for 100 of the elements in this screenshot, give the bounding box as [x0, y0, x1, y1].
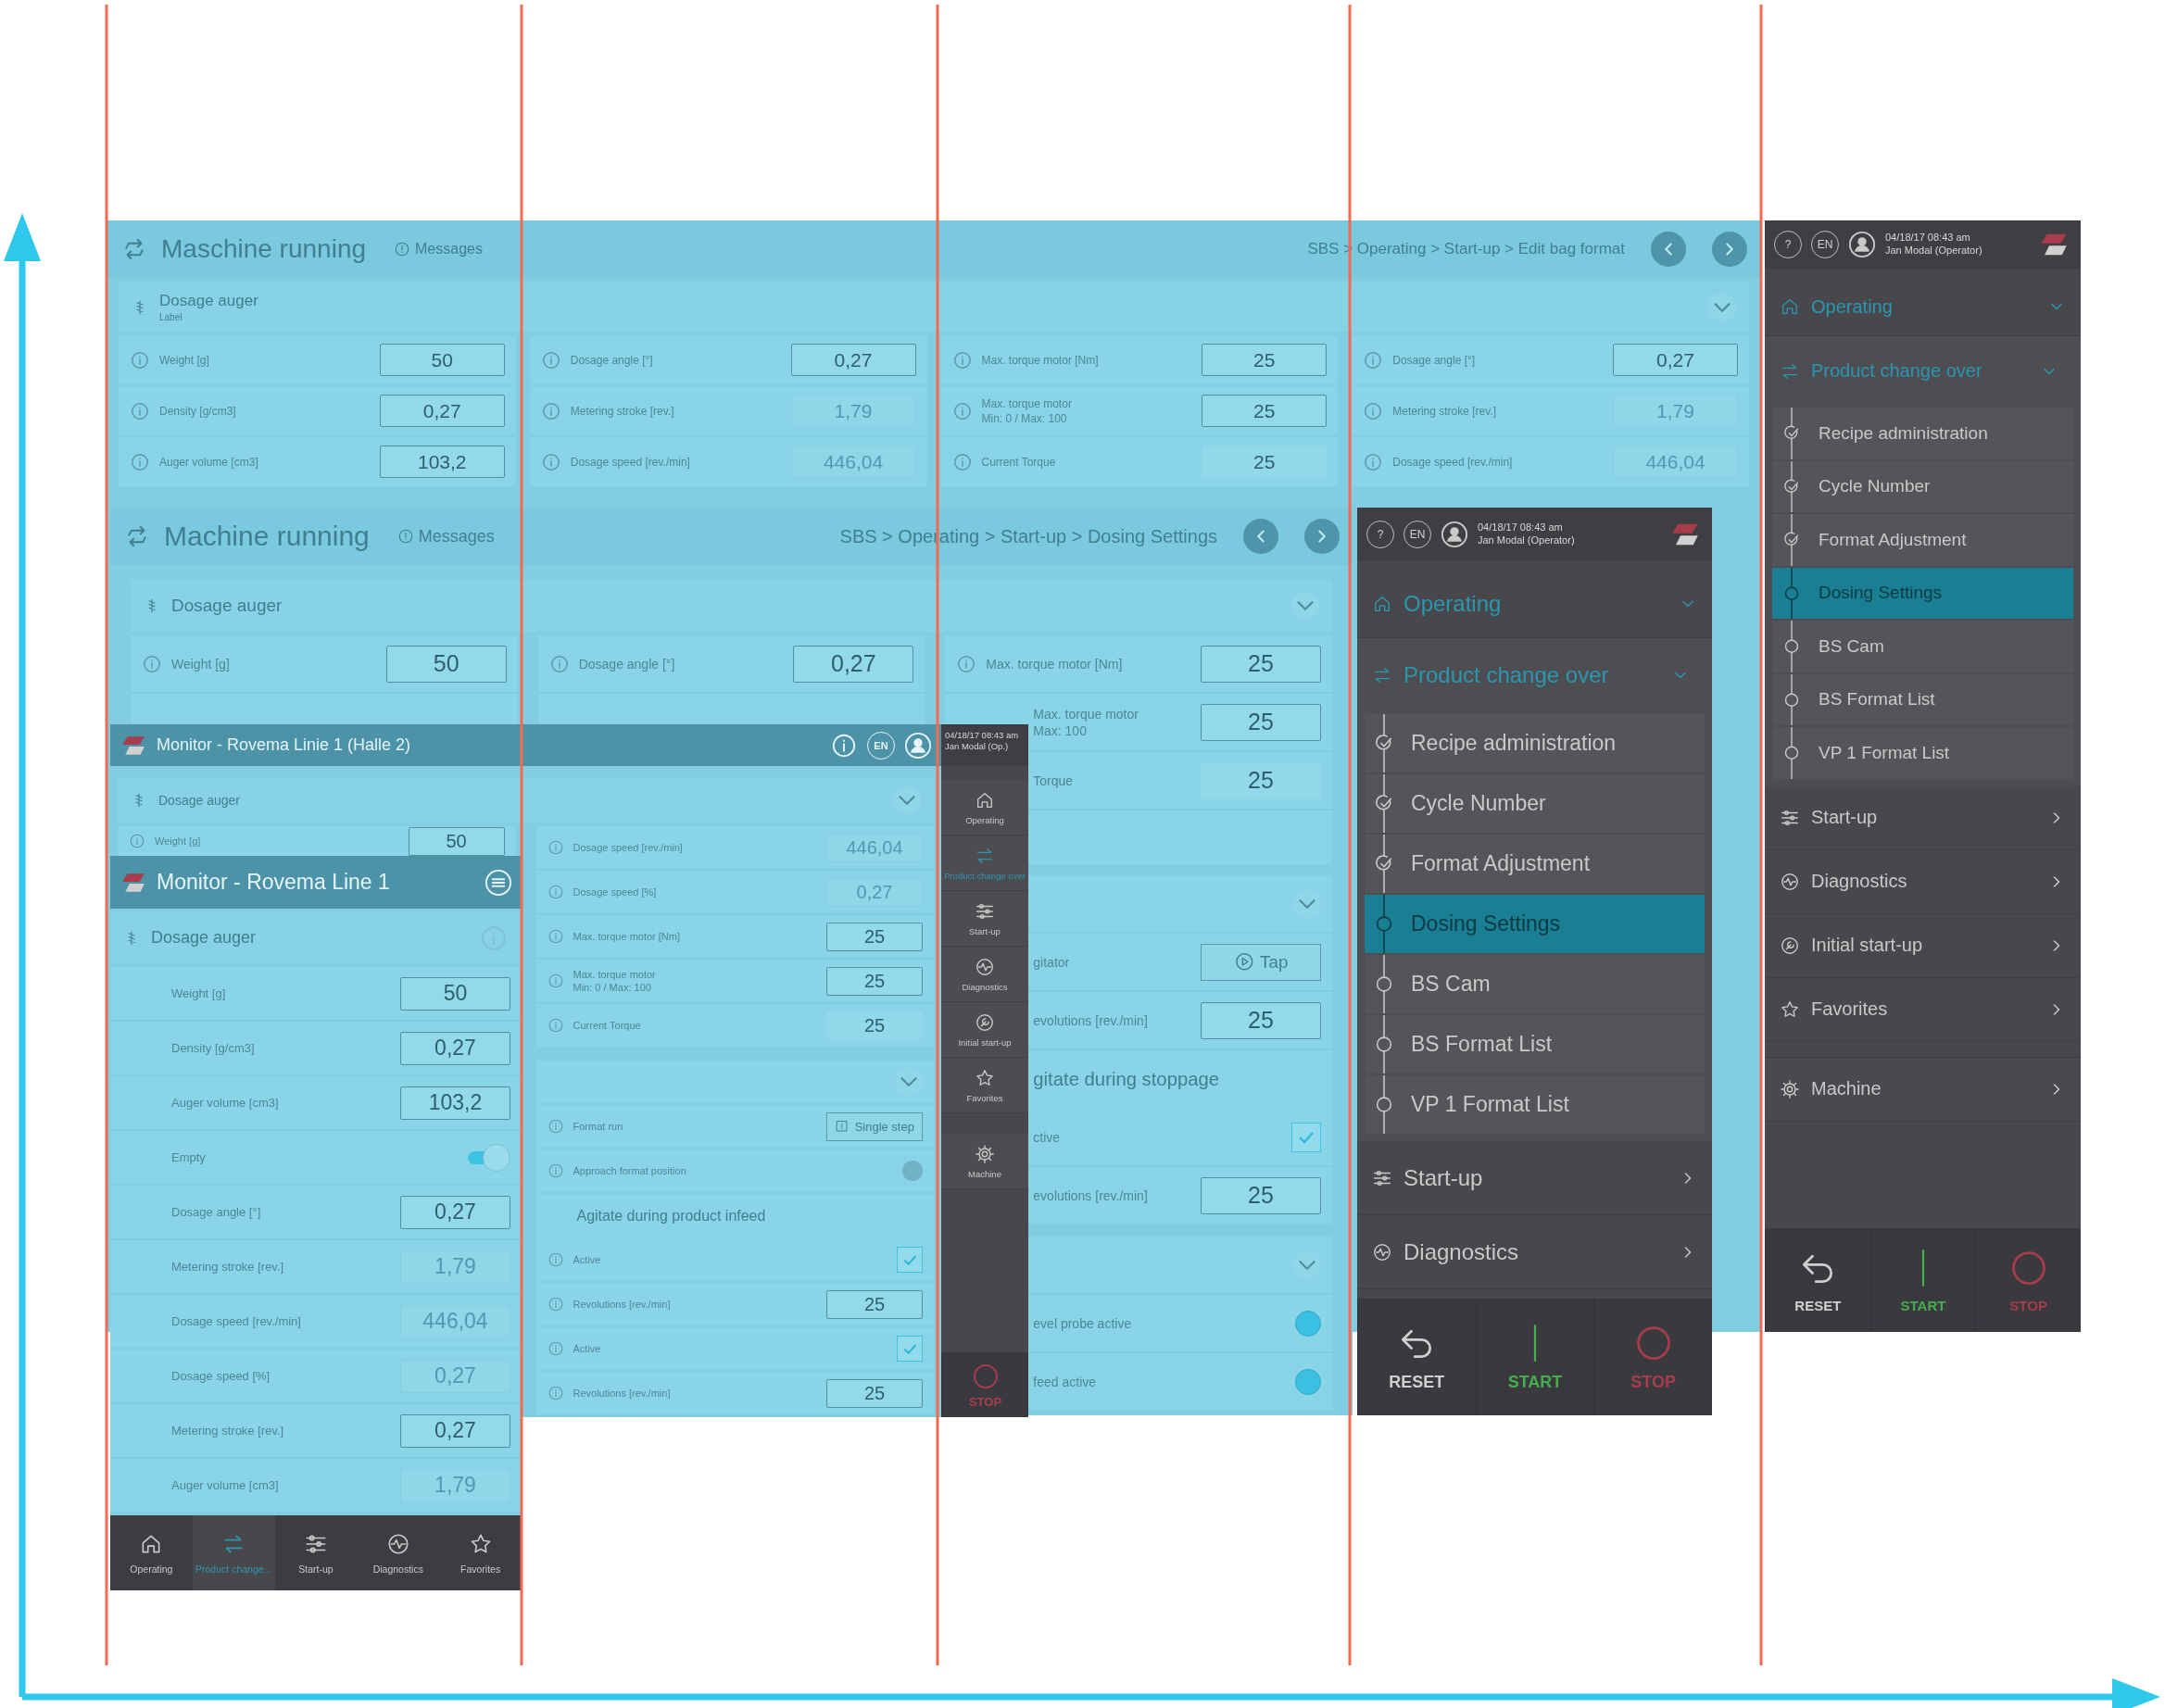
action-button[interactable]: Tap: [1201, 943, 1321, 981]
info-icon[interactable]: [129, 833, 145, 849]
info-icon[interactable]: [547, 1118, 564, 1135]
info-icon[interactable]: [547, 1162, 564, 1179]
info-icon[interactable]: [547, 1017, 564, 1034]
chevron-icon[interactable]: [893, 786, 921, 814]
nav-item[interactable]: VP 1 Format List: [1365, 1075, 1705, 1134]
info-icon[interactable]: [951, 400, 973, 421]
input-field[interactable]: 50: [385, 645, 507, 683]
nav-item[interactable]: Favorites: [1765, 977, 2081, 1042]
back-button[interactable]: [1243, 519, 1278, 554]
nav-item[interactable]: Diagnostics: [1357, 1215, 1712, 1289]
input-field[interactable]: 0,27: [793, 645, 914, 683]
info-icon[interactable]: [547, 1251, 564, 1268]
nav-item[interactable]: Start-up: [1357, 1141, 1712, 1215]
input-field[interactable]: 50: [400, 976, 510, 1011]
nav-item[interactable]: Diagnostics: [1765, 849, 2081, 914]
checkbox[interactable]: [897, 1247, 923, 1273]
checkbox[interactable]: [1291, 1122, 1321, 1152]
input-field[interactable]: 25: [1202, 344, 1328, 376]
input-field[interactable]: 25: [1201, 1001, 1321, 1039]
forward-button[interactable]: [1304, 519, 1340, 554]
nav-item[interactable]: Product change over: [1772, 336, 2073, 406]
input-field[interactable]: 0,27: [1613, 344, 1738, 376]
messages-link[interactable]: Messages: [396, 526, 495, 546]
info-icon[interactable]: [547, 928, 564, 945]
info-icon[interactable]: [956, 653, 977, 674]
start-button[interactable]: START: [1475, 1299, 1594, 1415]
nav-item[interactable]: Machine: [941, 1134, 1028, 1189]
info-icon[interactable]: [130, 451, 150, 472]
input-field[interactable]: 25: [826, 1289, 923, 1319]
info-icon[interactable]: [130, 349, 150, 370]
info-icon[interactable]: [547, 1296, 564, 1312]
user-icon[interactable]: [1441, 520, 1468, 548]
input-field[interactable]: 0,27: [790, 344, 916, 376]
back-button[interactable]: [1651, 232, 1686, 267]
tab[interactable]: Favorites: [439, 1515, 522, 1590]
input-field[interactable]: 0,27: [400, 1195, 510, 1229]
info-icon[interactable]: [1363, 349, 1384, 370]
input-field[interactable]: 50: [408, 826, 505, 856]
input-field[interactable]: 25: [826, 1378, 923, 1408]
info-icon[interactable]: [951, 349, 973, 370]
info-icon[interactable]: [951, 451, 973, 472]
nav-item[interactable]: Cycle Number: [1772, 460, 2073, 512]
input-field[interactable]: 0,27: [379, 395, 505, 427]
nav-item[interactable]: BS Cam: [1365, 955, 1705, 1013]
input-field[interactable]: 25: [826, 966, 923, 996]
nav-item[interactable]: Cycle Number: [1365, 774, 1705, 833]
chevron-icon[interactable]: [1291, 592, 1319, 620]
nav-item[interactable]: Operating: [941, 780, 1028, 835]
nav-item[interactable]: Recipe administration: [1772, 408, 2073, 459]
nav-item[interactable]: Product change over: [1365, 638, 1705, 712]
input-field[interactable]: 25: [1201, 645, 1321, 683]
tab[interactable]: Product change...: [192, 1515, 275, 1590]
checkbox[interactable]: [897, 1336, 923, 1362]
tab[interactable]: Start-up: [274, 1515, 358, 1590]
nav-item[interactable]: Initial start-up: [941, 1002, 1028, 1058]
action-button[interactable]: Single step: [826, 1111, 923, 1141]
toggle-switch[interactable]: [468, 1143, 510, 1172]
input-field[interactable]: 25: [1201, 703, 1321, 741]
input-field[interactable]: 25: [826, 922, 923, 951]
chevron-icon[interactable]: [1708, 293, 1736, 321]
tab[interactable]: Diagnostics: [357, 1515, 440, 1590]
nav-item[interactable]: Product change over: [941, 835, 1028, 891]
user-icon[interactable]: [1848, 231, 1876, 258]
info-icon[interactable]: [547, 1340, 564, 1357]
nav-item[interactable]: Initial start-up: [1765, 913, 2081, 978]
forward-button[interactable]: [1712, 232, 1747, 267]
reset-button[interactable]: RESET: [1765, 1228, 1870, 1332]
input-field[interactable]: 103,2: [400, 1086, 510, 1120]
messages-link[interactable]: Messages: [394, 241, 483, 257]
input-field[interactable]: 25: [1202, 395, 1328, 427]
input-field[interactable]: 50: [379, 344, 505, 376]
input-field[interactable]: 0,27: [400, 1413, 510, 1448]
nav-item[interactable]: Dosing Settings: [1772, 567, 2073, 619]
nav-item[interactable]: Recipe administration: [1365, 714, 1705, 772]
input-field[interactable]: 25: [1201, 1176, 1321, 1214]
reset-button[interactable]: RESET: [1357, 1299, 1476, 1415]
chevron-icon[interactable]: [895, 1068, 923, 1096]
info-icon[interactable]: [130, 400, 150, 421]
nav-item[interactable]: VP 1 Format List: [1772, 727, 2073, 779]
info-icon[interactable]: [547, 973, 564, 989]
input-field[interactable]: 103,2: [379, 446, 505, 478]
start-button[interactable]: START: [1869, 1228, 1976, 1332]
info-icon[interactable]: [548, 653, 570, 674]
chevron-icon[interactable]: [1293, 1250, 1321, 1279]
nav-item[interactable]: Format Adjustment: [1772, 514, 2073, 566]
nav-item[interactable]: Format Adjustment: [1365, 835, 1705, 893]
nav-item[interactable]: Start-up: [941, 891, 1028, 947]
chevron-icon[interactable]: [1293, 889, 1321, 918]
menu-icon[interactable]: [485, 868, 512, 897]
tab[interactable]: Operating: [110, 1515, 193, 1590]
nav-item[interactable]: Start-up: [1765, 785, 2081, 850]
nav-item[interactable]: Favorites: [941, 1058, 1028, 1113]
info-icon[interactable]: [540, 349, 561, 370]
nav-item[interactable]: BS Format List: [1365, 1015, 1705, 1074]
info-icon[interactable]: [547, 1385, 564, 1401]
nav-item[interactable]: BS Cam: [1772, 621, 2073, 672]
nav-item[interactable]: BS Format List: [1772, 673, 2073, 725]
nav-item[interactable]: Machine: [1765, 1057, 2081, 1122]
